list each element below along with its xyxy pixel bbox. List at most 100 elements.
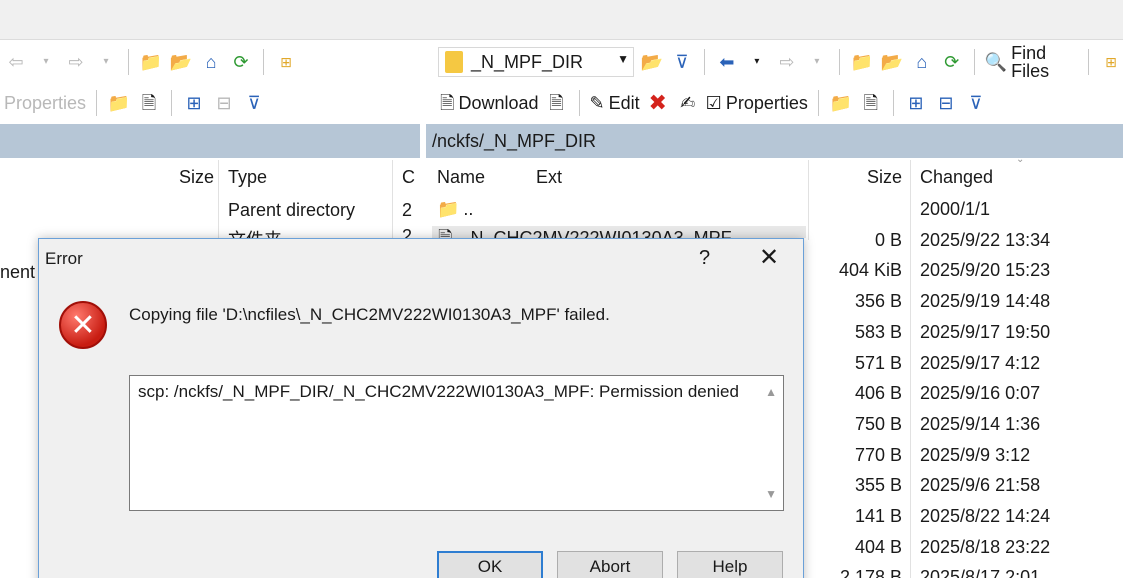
- right-toolbar-actions: 🗎 Download 🗎 ✎ Edit ✖ ✍ ☑ Properties 📁 🗎 ⊞ …: [440, 83, 988, 123]
- forward-dropdown-icon[interactable]: ▾: [805, 48, 829, 76]
- edit-label: Edit: [608, 93, 640, 113]
- error-message: Copying file 'D:\ncfiles\_N_CHC2MV222WI0…: [129, 305, 610, 324]
- select-all-icon[interactable]: ⊞: [904, 89, 928, 117]
- filter-icon[interactable]: ⊽: [964, 89, 988, 117]
- refresh-icon[interactable]: ⟳: [940, 48, 964, 76]
- file-changed: 2025/9/16 0:07: [920, 383, 1041, 403]
- toolbar-separator: [578, 90, 580, 116]
- pencil-icon: ✎: [589, 93, 605, 113]
- forward-arrow-icon[interactable]: ⇨: [64, 48, 88, 76]
- delete-icon[interactable]: ✖: [646, 89, 670, 117]
- toolbar-separator: [704, 49, 705, 75]
- left-row-type[interactable]: Parent directory: [228, 200, 355, 221]
- column-divider: [392, 160, 393, 240]
- abort-button[interactable]: Abort: [557, 551, 663, 578]
- file-row-selected[interactable]: 🗎 _N_CHC2MV222WI0130A3_MPF: [432, 226, 806, 238]
- file-changed: 2025/9/9 3:12: [920, 445, 1031, 465]
- file-size: 0 B: [874, 230, 902, 250]
- file-changed: 2025/9/20 15:23: [920, 260, 1051, 280]
- select-all-icon[interactable]: ⊞: [182, 89, 206, 117]
- chevron-down-icon[interactable]: ▼: [617, 52, 629, 66]
- parent-dir-row[interactable]: 📁..: [437, 199, 473, 220]
- remote-path-bar: /nckfs/_N_MPF_DIR: [426, 124, 1123, 158]
- properties-button[interactable]: ☑ Properties: [706, 89, 808, 117]
- toolbar-separator: [973, 49, 975, 75]
- file-changed: 2025/8/22 14:24: [920, 506, 1051, 526]
- find-files-button[interactable]: 🔍 Find Files: [985, 44, 1078, 80]
- forward-dropdown-icon[interactable]: ▾: [94, 48, 118, 76]
- unselect-icon[interactable]: ⊟: [934, 89, 958, 117]
- remote-path-value: _N_MPF_DIR: [471, 51, 584, 72]
- toolbar-separator: [892, 90, 894, 116]
- filter-icon[interactable]: ⊽: [670, 48, 694, 76]
- help-icon[interactable]: ?: [699, 247, 710, 270]
- parent-folder-icon[interactable]: 📁: [850, 48, 874, 76]
- toolbar-separator: [263, 49, 264, 75]
- close-icon[interactable]: ✕: [759, 243, 779, 272]
- file-changed: 2025/9/14 1:36: [920, 414, 1041, 434]
- left-toolbar-nav: ⇦ ▾ ⇨ ▾ 📁 📂 ⌂ ⟳ ⊞: [4, 42, 298, 82]
- ok-button[interactable]: OK: [437, 551, 543, 578]
- properties-label: Properties: [725, 93, 808, 113]
- new-folder-icon[interactable]: 📁: [107, 89, 131, 117]
- tree-icon[interactable]: ⊞: [274, 48, 298, 76]
- right-col-changed-label: Changed: [920, 166, 994, 187]
- left-col-type[interactable]: Type: [228, 160, 388, 194]
- file-changed: 2000/1/1: [920, 199, 991, 219]
- parent-folder-icon[interactable]: 📁: [139, 48, 163, 76]
- right-col-name[interactable]: Name: [437, 160, 485, 194]
- left-row-changed: 2: [402, 200, 413, 220]
- file-size: 750 B: [854, 414, 902, 434]
- right-col-ext[interactable]: Ext: [536, 160, 562, 194]
- file-size: 2,178 B: [839, 567, 902, 578]
- file-changed: 2025/9/22 13:34: [920, 230, 1051, 250]
- tree-icon[interactable]: ⊞: [1099, 48, 1123, 76]
- scroll-down-icon[interactable]: ▼: [765, 482, 777, 506]
- remote-path-select[interactable]: _N_MPF_DIR ▼: [438, 47, 634, 77]
- unselect-icon[interactable]: ⊟: [212, 89, 236, 117]
- edit-button[interactable]: ✎ Edit: [590, 89, 640, 117]
- properties-button[interactable]: Properties: [4, 89, 86, 117]
- left-row-changed: 2: [402, 226, 413, 238]
- new-file-icon[interactable]: 🗎: [859, 89, 883, 117]
- window-top-strip: [0, 0, 1123, 40]
- forward-arrow-icon[interactable]: ⇨: [775, 48, 799, 76]
- rename-icon[interactable]: ✍: [676, 89, 700, 117]
- left-col-changed[interactable]: C: [402, 160, 422, 194]
- left-row-type[interactable]: 文件夹: [228, 226, 282, 238]
- home-icon[interactable]: ⌂: [199, 48, 223, 76]
- left-col-size[interactable]: Size: [120, 160, 214, 194]
- properties-label: Properties: [4, 93, 87, 113]
- parent-folder-icon: 📁: [437, 199, 460, 219]
- open-folder-icon[interactable]: 📂: [640, 48, 664, 76]
- root-folder-icon[interactable]: 📂: [169, 48, 193, 76]
- right-col-size-label: Size: [866, 166, 902, 187]
- left-col-type-label: Type: [228, 166, 268, 187]
- refresh-icon[interactable]: ⟳: [229, 48, 253, 76]
- back-dropdown-icon[interactable]: ▾: [745, 48, 769, 76]
- scroll-up-icon[interactable]: ▲: [765, 380, 777, 404]
- right-col-changed[interactable]: Changed ⌄: [920, 154, 1024, 194]
- back-dropdown-icon[interactable]: ▾: [34, 48, 58, 76]
- file-icon: 🗎: [438, 228, 453, 238]
- file-changed: 2025/8/18 23:22: [920, 537, 1051, 557]
- column-divider: [808, 160, 809, 240]
- toolbar-separator: [1088, 49, 1089, 75]
- back-arrow-icon[interactable]: ⇦: [4, 48, 28, 76]
- help-button[interactable]: Help: [677, 551, 783, 578]
- file-size: 356 B: [854, 291, 902, 311]
- new-folder-icon[interactable]: 📁: [829, 89, 853, 117]
- download-options-icon[interactable]: 🗎: [545, 89, 569, 117]
- download-icon: 🗎: [440, 93, 455, 113]
- error-detail-box[interactable]: scp: /nckfs/_N_MPF_DIR/_N_CHC2MV222WI013…: [129, 375, 784, 511]
- download-button[interactable]: 🗎 Download: [440, 89, 539, 117]
- new-file-icon[interactable]: 🗎: [137, 89, 161, 117]
- root-folder-icon[interactable]: 📂: [880, 48, 904, 76]
- filter-icon[interactable]: ⊽: [242, 89, 266, 117]
- back-arrow-icon[interactable]: ⬅: [715, 48, 739, 76]
- home-icon[interactable]: ⌂: [910, 48, 934, 76]
- file-changed: 2025/9/17 4:12: [920, 353, 1041, 373]
- sort-chevron-icon: ⌄: [1016, 154, 1025, 165]
- right-col-size[interactable]: Size: [812, 160, 902, 194]
- left-toolbar-actions: Properties 📁 🗎 ⊞ ⊟ ⊽: [4, 83, 266, 123]
